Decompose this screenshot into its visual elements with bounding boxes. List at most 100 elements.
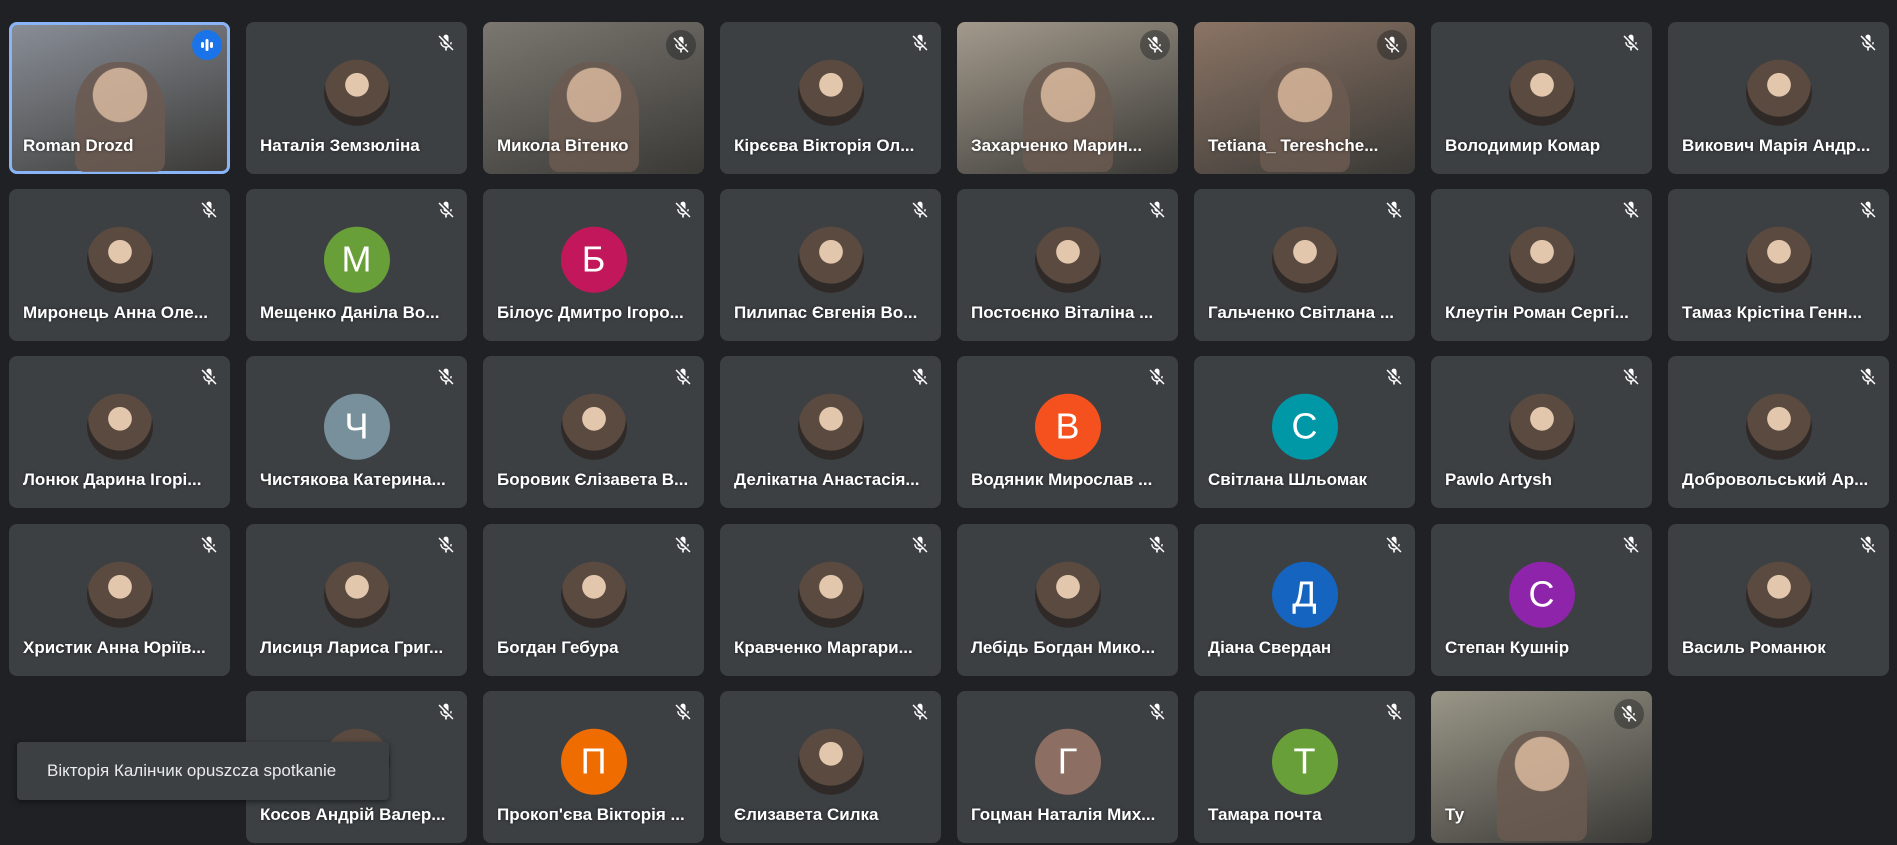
participant-tile[interactable]: Добровольський Ар... — [1668, 356, 1889, 508]
avatar — [797, 393, 864, 460]
mic-off-icon — [1377, 30, 1407, 60]
participant-name: Тамаз Крістіна Генн... — [1682, 303, 1862, 322]
participant-name: Постоєнко Віталіна ... — [971, 303, 1154, 322]
avatar — [797, 561, 864, 628]
participant-name: Roman Drozd — [23, 136, 134, 155]
mic-off-icon — [909, 701, 931, 723]
participant-tile[interactable]: Кравченко Маргари... — [720, 524, 941, 676]
participant-tile[interactable]: П Прокоп'єва Вікторія ... — [483, 691, 704, 843]
participant-name: Добровольський Ар... — [1682, 470, 1869, 489]
mic-off-icon — [1857, 534, 1879, 556]
participant-tile[interactable]: Постоєнко Віталіна ... — [957, 189, 1178, 341]
mic-off-icon — [1140, 30, 1170, 60]
participant-name: Делікатна Анастасія... — [734, 470, 920, 489]
avatar — [1508, 226, 1575, 293]
participant-tile[interactable]: Захарченко Марин... — [957, 22, 1178, 174]
participant-tile[interactable]: Ч Чистякова Катерина... — [246, 356, 467, 508]
mic-off-icon — [1383, 701, 1405, 723]
avatar: М — [323, 226, 390, 293]
participant-tile[interactable]: Богдан Гебура — [483, 524, 704, 676]
avatar — [1745, 226, 1812, 293]
avatar — [1508, 59, 1575, 126]
mic-off-icon — [909, 32, 931, 54]
avatar — [560, 561, 627, 628]
participant-tile[interactable]: Лебідь Богдан Мико... — [957, 524, 1178, 676]
avatar — [1508, 393, 1575, 460]
participant-name: Степан Кушнір — [1445, 638, 1570, 657]
participant-name: Викович Марія Андр... — [1682, 136, 1871, 155]
participant-tile[interactable]: Pawlo Artysh — [1431, 356, 1652, 508]
participant-name: Прокоп'єва Вікторія ... — [497, 805, 685, 824]
mic-off-icon — [1620, 32, 1642, 54]
participant-name: Христик Анна Юріїв... — [23, 638, 206, 657]
participant-tile[interactable]: Г Гоцман Наталія Мих... — [957, 691, 1178, 843]
avatar: Т — [1271, 728, 1338, 795]
mic-off-icon — [435, 366, 457, 388]
participant-name: Водяник Мирослав ... — [971, 470, 1153, 489]
participant-tile[interactable]: С Степан Кушнір — [1431, 524, 1652, 676]
participant-tile[interactable]: Христик Анна Юріїв... — [9, 524, 230, 676]
avatar: Г — [1034, 728, 1101, 795]
mic-off-icon — [1383, 199, 1405, 221]
participant-name: Гоцман Наталія Мих... — [971, 805, 1156, 824]
mic-off-icon — [435, 701, 457, 723]
participant-name: Тамара почта — [1208, 805, 1322, 824]
participant-tile[interactable]: Викович Марія Андр... — [1668, 22, 1889, 174]
participant-tile[interactable]: Боровик Єлізавета В... — [483, 356, 704, 508]
participant-tile[interactable]: Ту — [1431, 691, 1652, 843]
participant-name: Лебідь Богдан Мико... — [971, 638, 1156, 657]
participant-name: Захарченко Марин... — [971, 136, 1143, 155]
avatar — [323, 561, 390, 628]
mic-off-icon — [1146, 199, 1168, 221]
participant-tile[interactable]: Пилипас Євгенія Во... — [720, 189, 941, 341]
participant-tile[interactable]: Микола Вітенко — [483, 22, 704, 174]
participant-name: Микола Вітенко — [497, 136, 629, 155]
mic-off-icon — [435, 199, 457, 221]
participant-tile[interactable]: В Водяник Мирослав ... — [957, 356, 1178, 508]
participant-tile[interactable]: Лисиця Лариса Григ... — [246, 524, 467, 676]
participant-name: Кравченко Маргари... — [734, 638, 913, 657]
participant-tile[interactable]: Гальченко Світлана ... — [1194, 189, 1415, 341]
participant-tile[interactable]: Б Білоус Дмитро Ігоро... — [483, 189, 704, 341]
participant-tile[interactable]: Д Діана Свердан — [1194, 524, 1415, 676]
avatar: Д — [1271, 561, 1338, 628]
participant-tile[interactable]: Миронець Анна Оле... — [9, 189, 230, 341]
participant-tile[interactable]: Володимир Комар — [1431, 22, 1652, 174]
mic-off-icon — [909, 534, 931, 556]
participant-name: Лисиця Лариса Григ... — [260, 638, 444, 657]
participant-name: Клеутін Роман Сергі... — [1445, 303, 1629, 322]
participant-name: Боровик Єлізавета В... — [497, 470, 689, 489]
participant-tile[interactable]: Roman Drozd — [9, 22, 230, 174]
participant-name: Чистякова Катерина... — [260, 470, 446, 489]
avatar — [1034, 561, 1101, 628]
participant-name: Косов Андрій Валер... — [260, 805, 446, 824]
participant-tile[interactable]: Наталія Земзюліна — [246, 22, 467, 174]
participant-tile[interactable]: Делікатна Анастасія... — [720, 356, 941, 508]
avatar: С — [1508, 561, 1575, 628]
participant-tile[interactable]: Єлизавета Силка — [720, 691, 941, 843]
participant-tile[interactable]: Клеутін Роман Сергі... — [1431, 189, 1652, 341]
avatar — [797, 59, 864, 126]
participant-name: Пилипас Євгенія Во... — [734, 303, 918, 322]
mic-off-icon — [672, 534, 694, 556]
participant-tile[interactable]: Т Тамара почта — [1194, 691, 1415, 843]
participant-tile[interactable]: С Світлана Шльомак — [1194, 356, 1415, 508]
mic-off-icon — [1383, 534, 1405, 556]
avatar: С — [1271, 393, 1338, 460]
participant-tile[interactable]: Tetiana_ Tereshche... — [1194, 22, 1415, 174]
avatar — [1745, 393, 1812, 460]
mic-off-icon — [1146, 366, 1168, 388]
mic-off-icon — [198, 366, 220, 388]
avatar — [1034, 226, 1101, 293]
avatar: Б — [560, 226, 627, 293]
participant-tile[interactable]: Василь Романюк — [1668, 524, 1889, 676]
mic-off-icon — [909, 199, 931, 221]
participant-tile[interactable]: Лонюк Дарина Ігорі... — [9, 356, 230, 508]
participant-name: Єлизавета Силка — [734, 805, 879, 824]
mic-off-icon — [1857, 199, 1879, 221]
mic-off-icon — [1383, 366, 1405, 388]
participant-tile[interactable]: М Мещенко Даніла Во... — [246, 189, 467, 341]
participant-tile[interactable]: Кірєєва Вікторія Ол... — [720, 22, 941, 174]
participant-grid: Roman Drozd Наталія Земзюліна Микола Вітен… — [0, 0, 1897, 845]
participant-tile[interactable]: Тамаз Крістіна Генн... — [1668, 189, 1889, 341]
